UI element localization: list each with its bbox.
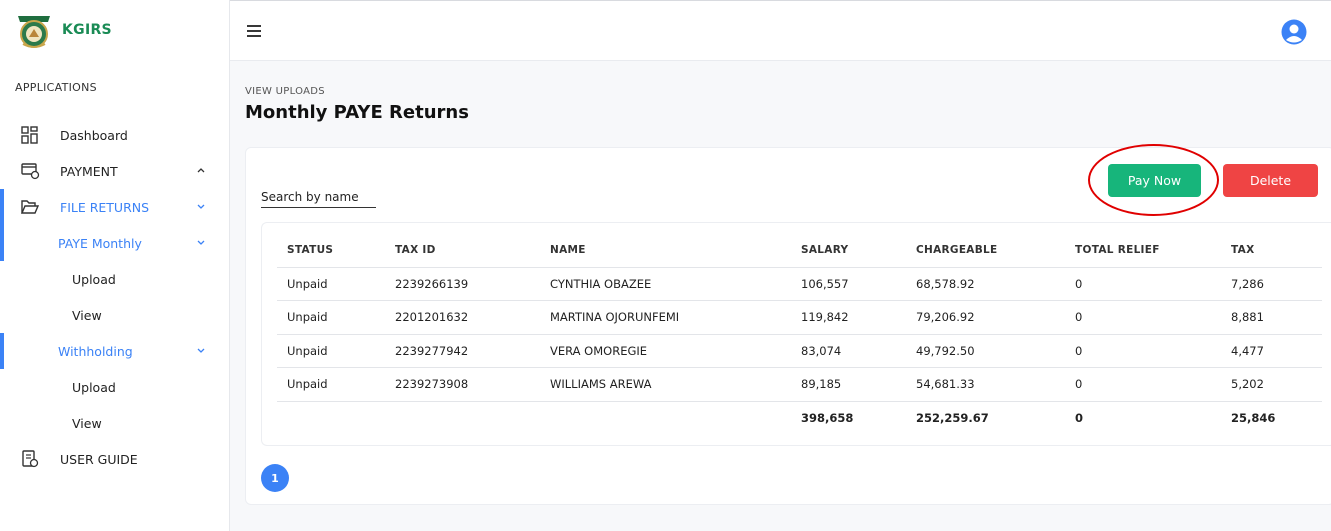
column-header-tax[interactable]: TAX <box>1221 233 1322 268</box>
cell-name: MARTINA OJORUNFEMI <box>540 300 791 335</box>
chevron-up-icon <box>197 168 205 173</box>
sidebar-item-paye-upload[interactable]: Upload <box>0 261 229 297</box>
total-salary: 398,658 <box>801 411 854 425</box>
cell-name: WILLIAMS AREWA <box>540 367 791 402</box>
cell-total-relief: 0 <box>1065 367 1221 402</box>
sidebar-item-label: Dashboard <box>60 127 128 143</box>
total-chargeable: 252,259.67 <box>916 411 989 425</box>
total-cell-status <box>277 401 385 435</box>
cell-tax-id: 2201201632 <box>385 300 540 335</box>
cell-chargeable: 54,681.33 <box>906 367 1065 402</box>
column-header-name[interactable]: NAME <box>540 233 791 268</box>
table-header-row: STATUS TAX ID NAME SALARY CHARGEABLE TOT… <box>277 233 1322 268</box>
user-guide-icon <box>22 450 39 468</box>
returns-card: Pay Now Delete STATUS TAX ID NAME SALARY… <box>245 144 1331 505</box>
dashboard-grid-icon <box>21 126 38 144</box>
table-row[interactable]: Unpaid 2239266139 CYNTHIA OBAZEE 106,557… <box>277 267 1322 301</box>
cell-status: Unpaid <box>277 300 385 335</box>
column-header-chargeable[interactable]: CHARGEABLE <box>906 233 1065 268</box>
sidebar-item-file-returns[interactable]: FILE RETURNS <box>0 189 229 225</box>
breadcrumb: VIEW UPLOADS <box>245 86 325 97</box>
sidebar-item-payment[interactable]: PAYMENT <box>0 153 229 189</box>
column-header-tax-id[interactable]: TAX ID <box>385 233 540 268</box>
table-row[interactable]: Unpaid 2201201632 MARTINA OJORUNFEMI 119… <box>277 300 1322 335</box>
sidebar: KGIRS APPLICATIONS Dashboard PAYMENT FIL… <box>0 0 230 531</box>
table-row[interactable]: Unpaid 2239277942 VERA OMOREGIE 83,074 4… <box>277 334 1322 368</box>
cell-tax: 7,286 <box>1221 267 1322 301</box>
column-header-total-relief[interactable]: TOTAL RELIEF <box>1065 233 1221 268</box>
sidebar-item-paye-monthly[interactable]: PAYE Monthly <box>0 225 229 261</box>
brand-name: KGIRS <box>62 22 112 38</box>
chevron-down-icon <box>197 204 205 209</box>
cell-tax: 8,881 <box>1221 300 1322 335</box>
total-tax: 25,846 <box>1231 411 1276 425</box>
cell-salary: 119,842 <box>791 300 906 335</box>
cell-chargeable: 49,792.50 <box>906 334 1065 368</box>
cell-salary: 83,074 <box>791 334 906 368</box>
sidebar-item-withholding-upload[interactable]: Upload <box>0 369 229 405</box>
chevron-down-icon <box>197 348 205 353</box>
cell-total-relief: 0 <box>1065 334 1221 368</box>
column-header-salary[interactable]: SALARY <box>791 233 906 268</box>
sidebar-item-user-guide[interactable]: USER GUIDE <box>0 441 229 477</box>
returns-table: STATUS TAX ID NAME SALARY CHARGEABLE TOT… <box>277 233 1322 435</box>
sidebar-item-label: Withholding <box>58 343 133 359</box>
payment-card-icon <box>21 163 40 180</box>
cell-tax-id: 2239266139 <box>385 267 540 301</box>
cell-salary: 89,185 <box>791 367 906 402</box>
column-header-status[interactable]: STATUS <box>277 233 385 268</box>
user-avatar-icon[interactable] <box>1281 19 1307 45</box>
sidebar-item-label: PAYMENT <box>60 163 118 179</box>
sidebar-item-label: FILE RETURNS <box>60 199 150 215</box>
sidebar-item-withholding-view[interactable]: View <box>0 405 229 441</box>
section-label: APPLICATIONS <box>15 81 97 94</box>
sidebar-item-dashboard[interactable]: Dashboard <box>0 117 229 153</box>
cell-name: CYNTHIA OBAZEE <box>540 267 791 301</box>
cell-status: Unpaid <box>277 367 385 402</box>
cell-salary: 106,557 <box>791 267 906 301</box>
sidebar-item-label: View <box>72 307 102 323</box>
sidebar-item-label: Upload <box>72 379 116 395</box>
cell-status: Unpaid <box>277 267 385 301</box>
brand[interactable]: KGIRS <box>14 10 112 50</box>
cell-tax: 4,477 <box>1221 334 1322 368</box>
sidebar-item-label: Upload <box>72 271 116 287</box>
search-input[interactable] <box>261 186 376 208</box>
cell-tax: 5,202 <box>1221 367 1322 402</box>
table-row[interactable]: Unpaid 2239273908 WILLIAMS AREWA 89,185 … <box>277 367 1322 402</box>
pagination-page-1[interactable]: 1 <box>261 464 289 492</box>
total-cell-tax-id <box>385 401 540 435</box>
page-title: Monthly PAYE Returns <box>245 102 469 123</box>
total-cell-name <box>540 401 791 435</box>
delete-button[interactable]: Delete <box>1223 164 1318 197</box>
cell-chargeable: 79,206.92 <box>906 300 1065 335</box>
folder-open-icon <box>20 200 40 214</box>
top-bar <box>230 0 1331 61</box>
chevron-down-icon <box>197 240 205 245</box>
cell-name: VERA OMOREGIE <box>540 334 791 368</box>
cell-total-relief: 0 <box>1065 300 1221 335</box>
cell-chargeable: 68,578.92 <box>906 267 1065 301</box>
cell-tax-id: 2239273908 <box>385 367 540 402</box>
cell-status: Unpaid <box>277 334 385 368</box>
cell-total-relief: 0 <box>1065 267 1221 301</box>
table-totals-row: 398,658 252,259.67 0 25,846 <box>277 401 1322 435</box>
table-container: STATUS TAX ID NAME SALARY CHARGEABLE TOT… <box>261 222 1331 446</box>
sidebar-item-paye-view[interactable]: View <box>0 297 229 333</box>
pay-now-button[interactable]: Pay Now <box>1108 164 1201 197</box>
cell-tax-id: 2239277942 <box>385 334 540 368</box>
hamburger-icon[interactable] <box>246 24 262 38</box>
sidebar-item-label: USER GUIDE <box>60 451 138 467</box>
total-relief: 0 <box>1075 411 1084 425</box>
sidebar-item-label: View <box>72 415 102 431</box>
kgirs-logo-icon <box>18 16 50 48</box>
sidebar-item-withholding[interactable]: Withholding <box>0 333 229 369</box>
sidebar-item-label: PAYE Monthly <box>58 235 142 251</box>
